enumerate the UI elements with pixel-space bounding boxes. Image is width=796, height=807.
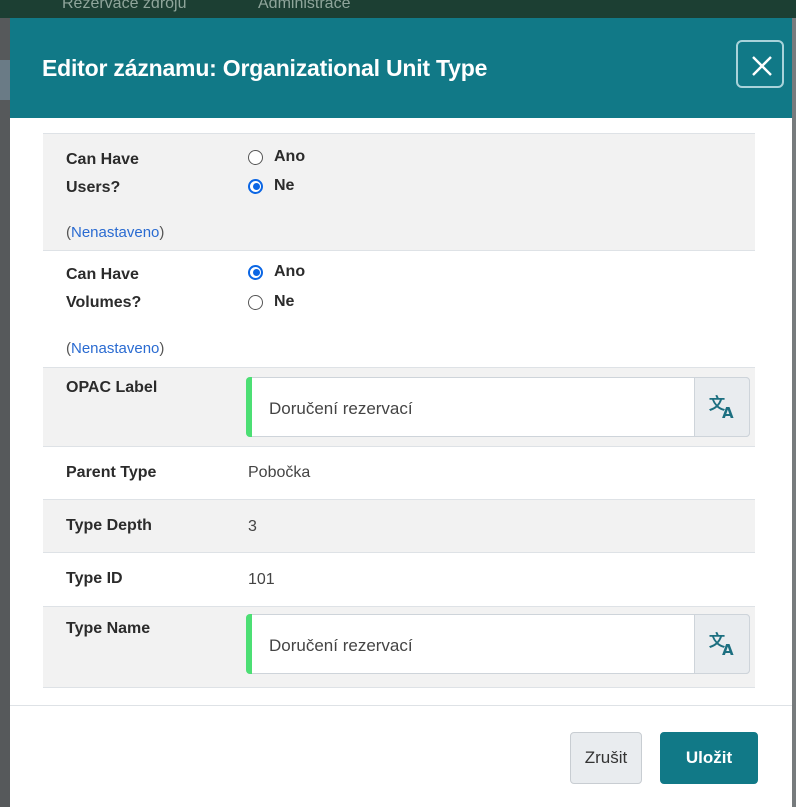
radio-can-have-users-ano[interactable]: Ano bbox=[248, 146, 305, 168]
form-table: Can Have Users? (Nenastaveno) Ano Ne Can… bbox=[43, 133, 755, 688]
radio-label: Ano bbox=[274, 263, 306, 280]
opac-label-input-group: 文 A bbox=[246, 377, 750, 437]
opac-label-input[interactable] bbox=[267, 390, 691, 428]
row-opac-label: OPAC Label 文 A bbox=[43, 368, 755, 447]
translate-icon: 文 A bbox=[709, 631, 734, 657]
unset-link[interactable]: Nenastaveno bbox=[71, 224, 159, 241]
radio-can-have-volumes-ne[interactable]: Ne bbox=[248, 291, 294, 313]
background-top-nav: Rezervace zdrojů Administrace bbox=[0, 0, 796, 18]
record-editor-modal: Editor záznamu: Organizational Unit Type… bbox=[10, 18, 792, 807]
type-id-value: 101 bbox=[248, 571, 275, 588]
radio-label: Ne bbox=[274, 177, 295, 194]
svg-text:A: A bbox=[722, 404, 734, 420]
save-button[interactable]: Uložit bbox=[660, 732, 758, 784]
field-label: OPAC Label bbox=[66, 379, 158, 396]
close-x-icon bbox=[752, 56, 772, 76]
type-depth-value: 3 bbox=[248, 518, 257, 535]
type-name-input[interactable] bbox=[267, 627, 691, 665]
row-can-have-volumes: Can Have Volumes? (Nenastaveno) Ano Ne bbox=[43, 251, 755, 368]
unset-link-wrapper: (Nenastaveno) bbox=[66, 340, 165, 357]
field-label: Type Depth bbox=[66, 517, 152, 534]
cancel-button[interactable]: Zrušit bbox=[570, 732, 642, 784]
close-button[interactable] bbox=[736, 40, 784, 88]
radio-circle-selected bbox=[248, 264, 263, 280]
row-type-depth: Type Depth 3 bbox=[43, 500, 755, 553]
radio-can-have-users-ne[interactable]: Ne bbox=[248, 175, 294, 197]
field-label: Type Name bbox=[66, 620, 151, 637]
field-label: Can Have Users? bbox=[66, 151, 139, 196]
type-name-translate-button[interactable]: 文 A bbox=[694, 614, 750, 674]
parent-type-value: Pobočka bbox=[248, 464, 311, 481]
unset-link-wrapper: (Nenastaveno) bbox=[66, 224, 165, 241]
radio-circle-selected bbox=[248, 178, 263, 194]
required-indicator bbox=[246, 614, 252, 674]
field-label: Parent Type bbox=[66, 464, 157, 481]
row-type-name: Type Name 文 A bbox=[43, 607, 755, 688]
background-nav-item: Administrace bbox=[258, 0, 351, 12]
translate-icon: 文 A bbox=[709, 394, 734, 420]
opac-label-translate-button[interactable]: 文 A bbox=[694, 377, 750, 437]
row-can-have-users: Can Have Users? (Nenastaveno) Ano Ne bbox=[43, 134, 755, 251]
row-type-id: Type ID 101 bbox=[43, 553, 755, 607]
radio-label: Ne bbox=[274, 293, 295, 310]
modal-header: Editor záznamu: Organizational Unit Type bbox=[10, 18, 792, 118]
radio-label: Ano bbox=[274, 148, 306, 165]
modal-title: Editor záznamu: Organizational Unit Type bbox=[42, 55, 488, 81]
type-name-input-group: 文 A bbox=[246, 614, 750, 674]
radio-circle bbox=[248, 149, 263, 165]
background-left-strip-highlight bbox=[0, 60, 10, 100]
unset-link[interactable]: Nenastaveno bbox=[71, 340, 159, 357]
background-left-strip bbox=[0, 18, 10, 807]
svg-text:A: A bbox=[722, 641, 734, 657]
required-indicator bbox=[246, 377, 252, 437]
row-parent-type: Parent Type Pobočka bbox=[43, 447, 755, 500]
radio-can-have-volumes-ano[interactable]: Ano bbox=[248, 261, 305, 283]
field-label: Can Have Volumes? bbox=[66, 266, 142, 311]
footer-divider bbox=[10, 705, 792, 706]
field-label: Type ID bbox=[66, 570, 123, 587]
background-nav-item: Rezervace zdrojů bbox=[62, 0, 187, 12]
radio-circle bbox=[248, 294, 263, 310]
